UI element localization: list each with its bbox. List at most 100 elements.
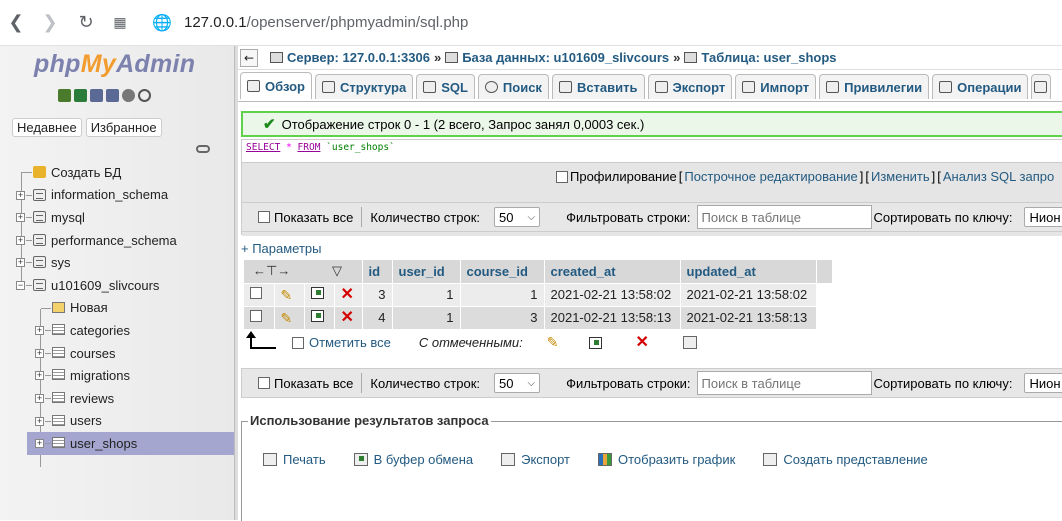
expand-icon[interactable]: + xyxy=(35,348,44,358)
col-header-updated-at[interactable]: updated_at xyxy=(680,260,817,283)
settings-gear-icon[interactable] xyxy=(122,89,135,102)
tab-more[interactable] xyxy=(1031,74,1052,99)
copy-icon[interactable] xyxy=(588,336,602,349)
delete-row-icon[interactable]: ✕ xyxy=(341,309,354,326)
tab-export[interactable]: Экспорт xyxy=(647,74,733,99)
edit-pencil-icon[interactable]: ✎ xyxy=(281,287,296,303)
table-icon xyxy=(52,346,65,358)
database-icon xyxy=(33,256,46,269)
check-all-link[interactable]: Отметить все xyxy=(309,335,391,350)
tab-privileges[interactable]: Привилегии xyxy=(819,74,930,99)
tree-item-information-schema[interactable]: + information_schema xyxy=(0,184,235,207)
sort-dropdown-icon[interactable]: ▽ xyxy=(332,263,342,278)
expand-icon[interactable]: + xyxy=(16,190,25,200)
row-checkbox[interactable] xyxy=(250,287,262,299)
expand-icon[interactable]: + xyxy=(16,235,25,245)
expand-icon[interactable]: + xyxy=(16,258,25,268)
check-all-checkbox[interactable] xyxy=(292,336,304,349)
success-message: ✔ Отображение строк 0 - 1 (2 всего, Запр… xyxy=(241,111,1062,137)
filter-rows-input[interactable]: Поиск в таблице xyxy=(696,205,872,229)
exit-icon[interactable] xyxy=(74,89,87,102)
expand-icon[interactable]: + xyxy=(35,416,44,426)
display-chart-link[interactable]: Отобразить график xyxy=(618,452,735,467)
copy-row-icon[interactable] xyxy=(310,287,324,299)
tab-structure[interactable]: Структура xyxy=(315,74,414,99)
edit-link[interactable]: Изменить xyxy=(871,169,930,184)
with-selected-label: С отмеченными: xyxy=(418,335,523,350)
row-checkbox[interactable] xyxy=(250,310,262,323)
home-icon[interactable] xyxy=(58,89,71,102)
expand-icon[interactable]: + xyxy=(16,213,25,223)
tabs-grid-icon[interactable]: ▦ xyxy=(106,9,134,37)
tab-sql[interactable]: SQL xyxy=(416,74,475,99)
col-header-course-id[interactable]: course_id xyxy=(460,260,545,283)
phpmyadmin-logo[interactable]: phpMyAdmin xyxy=(34,50,195,79)
col-header-user-id[interactable]: user_id xyxy=(392,260,461,283)
recent-button[interactable]: Недавнее xyxy=(12,118,82,137)
tree-item-migrations[interactable]: + migrations xyxy=(0,364,235,387)
tab-import[interactable]: Импорт xyxy=(735,74,817,99)
tab-insert[interactable]: Вставить xyxy=(551,74,645,99)
favorites-button[interactable]: Избранное xyxy=(85,118,162,137)
edit-pencil-icon[interactable]: ✎ xyxy=(547,334,559,351)
tree-item-reviews[interactable]: + reviews xyxy=(0,387,235,410)
tree-item-performance-schema[interactable]: + performance_schema xyxy=(0,229,235,252)
tree-item-categories[interactable]: + categories xyxy=(0,319,235,342)
delete-row-icon[interactable]: ✕ xyxy=(341,286,354,303)
clipboard-link[interactable]: В буфер обмена xyxy=(374,452,474,467)
tab-search[interactable]: Поиск xyxy=(477,74,549,99)
table-icon xyxy=(52,369,65,381)
documentation-icon[interactable] xyxy=(106,89,119,102)
copy-row-icon[interactable] xyxy=(310,310,324,323)
address-bar[interactable]: 127.0.0.1/openserver/phpmyadmin/sql.php xyxy=(184,14,468,31)
tree-item-user-shops[interactable]: + user_shops xyxy=(27,432,234,455)
globe-icon[interactable]: 🌐 xyxy=(148,9,176,37)
options-link[interactable]: + Параметры xyxy=(241,241,322,256)
tree-item-u101609-slivcours[interactable]: − u101609_slivcours xyxy=(0,274,235,297)
expand-icon[interactable]: + xyxy=(35,326,44,336)
breadcrumb-table[interactable]: Таблица: user_shops xyxy=(701,50,836,65)
breadcrumb-database[interactable]: База данных: u101609_slivcours xyxy=(462,50,669,65)
tree-item-create-db[interactable]: Создать БД xyxy=(0,161,235,184)
tree-item-mysql[interactable]: + mysql xyxy=(0,206,235,229)
sort-by-key-select[interactable]: Нион xyxy=(1024,207,1062,227)
tree-item-users[interactable]: + users xyxy=(0,410,235,433)
tree-item-sys[interactable]: + sys xyxy=(0,251,235,274)
expand-icon[interactable]: + xyxy=(35,393,44,403)
sort-by-key-select[interactable]: Нион xyxy=(1024,373,1062,393)
export-icon[interactable] xyxy=(682,336,697,349)
tab-operations[interactable]: Операции xyxy=(932,74,1029,99)
create-view-link[interactable]: Создать представление xyxy=(783,452,927,467)
back-button[interactable]: ❮ xyxy=(2,9,30,37)
rows-count-select[interactable]: 50 ⌵ xyxy=(494,373,541,393)
forward-button[interactable]: ❯ xyxy=(36,9,64,37)
show-all-checkbox[interactable] xyxy=(258,377,270,389)
col-header-created-at[interactable]: created_at xyxy=(544,260,681,283)
export-link[interactable]: Экспорт xyxy=(521,452,570,467)
breadcrumb-server[interactable]: Сервер: 127.0.0.1:3306 xyxy=(287,50,430,65)
analyze-sql-link[interactable]: Анализ SQL запро xyxy=(943,169,1054,184)
collapse-nav-button[interactable]: ← xyxy=(240,48,258,67)
expand-icon[interactable]: + xyxy=(35,439,44,449)
rows-count-select[interactable]: 50 ⌵ xyxy=(494,207,541,227)
print-link[interactable]: Печать xyxy=(283,452,326,467)
inline-edit-link[interactable]: Построчное редактирование xyxy=(684,169,857,184)
link-with-main-icon[interactable] xyxy=(196,145,210,153)
reload-button[interactable]: ↻ xyxy=(72,9,100,37)
edit-pencil-icon[interactable]: ✎ xyxy=(281,310,296,326)
col-header-id[interactable]: id xyxy=(362,260,393,283)
column-move-icon[interactable]: ←⊤→ xyxy=(253,263,290,278)
tree-item-new-table[interactable]: Новая xyxy=(0,297,235,320)
sql-code[interactable]: SELECT * FROM `user_shops` xyxy=(246,142,395,153)
show-all-checkbox[interactable] xyxy=(258,211,270,223)
collapse-icon[interactable]: − xyxy=(16,280,25,290)
reload-nav-icon[interactable] xyxy=(138,89,151,102)
tab-browse[interactable]: Обзор xyxy=(240,72,312,99)
expand-icon[interactable]: + xyxy=(35,371,44,381)
profiling-checkbox[interactable] xyxy=(556,170,568,183)
query-window-icon[interactable] xyxy=(90,89,103,102)
tree-item-courses[interactable]: + courses xyxy=(0,342,235,365)
delete-icon[interactable]: ✕ xyxy=(636,334,649,350)
print-icon xyxy=(263,453,277,466)
filter-rows-input[interactable]: Поиск в таблице xyxy=(696,371,872,395)
